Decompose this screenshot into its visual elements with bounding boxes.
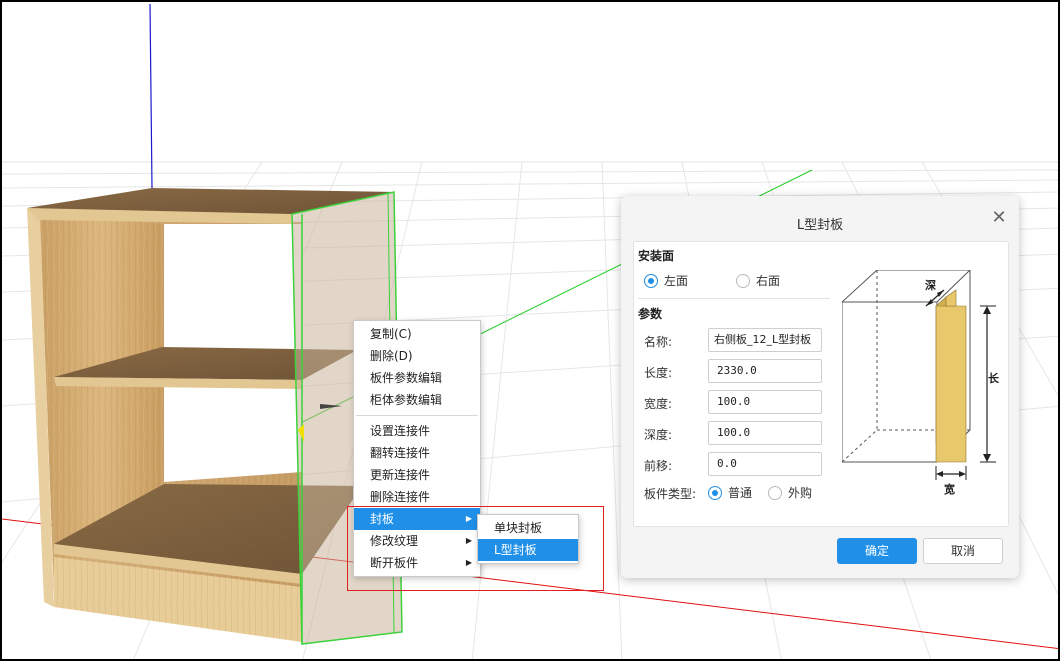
section-divider: [638, 298, 830, 299]
radio-right-face[interactable]: 右面: [736, 272, 780, 289]
menu-item-delete-connector[interactable]: 删除连接件: [354, 486, 480, 508]
menu-item-cabinet-params[interactable]: 柜体参数编辑: [354, 389, 480, 411]
menu-item-panel-params[interactable]: 板件参数编辑: [354, 367, 480, 389]
depth-input[interactable]: 100.0: [708, 421, 822, 445]
radio-left-face-label: 左面: [664, 274, 689, 288]
menu-separator: [356, 415, 478, 416]
dialog-title: L型封板: [796, 218, 844, 233]
radio-checked-icon: [708, 485, 722, 500]
highlight-box: [347, 506, 604, 591]
radio-type-outsource[interactable]: 外购: [768, 484, 812, 501]
cabinet-model: [27, 188, 403, 645]
radio-checked-icon: [644, 273, 658, 288]
radio-type-normal-label: 普通: [728, 486, 753, 500]
3d-viewport[interactable]: 复制(C) 删除(D) 板件参数编辑 柜体参数编辑 设置连接件 翻转连接件 更新…: [0, 0, 1060, 661]
radio-type-normal[interactable]: 普通: [708, 484, 752, 501]
radio-right-face-label: 右面: [756, 274, 781, 288]
length-input[interactable]: 2330.0: [708, 359, 822, 383]
l-sealing-dialog: L型封板 ✕ 安装面 左面 右面 参数 名称: 右侧板_12_L型封板 长度: …: [621, 196, 1019, 578]
menu-item-update-connector[interactable]: 更新连接件: [354, 464, 480, 486]
name-label: 名称:: [644, 335, 673, 349]
close-icon[interactable]: ✕: [991, 209, 1007, 227]
cancel-button[interactable]: 取消: [923, 538, 1003, 564]
name-input[interactable]: 右侧板_12_L型封板: [708, 328, 822, 352]
l-sealing-diagram: 深 长 宽: [842, 270, 1000, 496]
radio-left-face[interactable]: 左面: [644, 272, 688, 289]
diagram-width-label: 宽: [943, 482, 955, 496]
menu-item-copy[interactable]: 复制(C): [354, 323, 480, 345]
depth-label: 深度:: [644, 428, 673, 442]
width-input[interactable]: 100.0: [708, 390, 822, 414]
z-axis: [149, 3, 153, 189]
length-label: 长度:: [644, 366, 673, 380]
menu-item-set-connector[interactable]: 设置连接件: [354, 420, 480, 442]
radio-unchecked-icon: [736, 273, 750, 288]
offset-input[interactable]: 0.0: [708, 452, 822, 476]
install-face-title: 安装面: [638, 249, 675, 263]
dialog-body: 安装面 左面 右面 参数 名称: 右侧板_12_L型封板 长度: 2330.0 …: [633, 241, 1009, 527]
diagram-depth-label: 深: [925, 278, 936, 292]
radio-unchecked-icon: [768, 485, 782, 500]
params-title: 参数: [638, 307, 663, 321]
ok-button[interactable]: 确定: [837, 538, 917, 564]
offset-label: 前移:: [644, 459, 673, 473]
menu-item-flip-connector[interactable]: 翻转连接件: [354, 442, 480, 464]
width-label: 宽度:: [644, 397, 673, 411]
diagram-length-label: 长: [988, 371, 1000, 385]
menu-item-delete[interactable]: 删除(D): [354, 345, 480, 367]
radio-type-outsource-label: 外购: [788, 486, 813, 500]
panel-type-label: 板件类型:: [644, 487, 697, 501]
